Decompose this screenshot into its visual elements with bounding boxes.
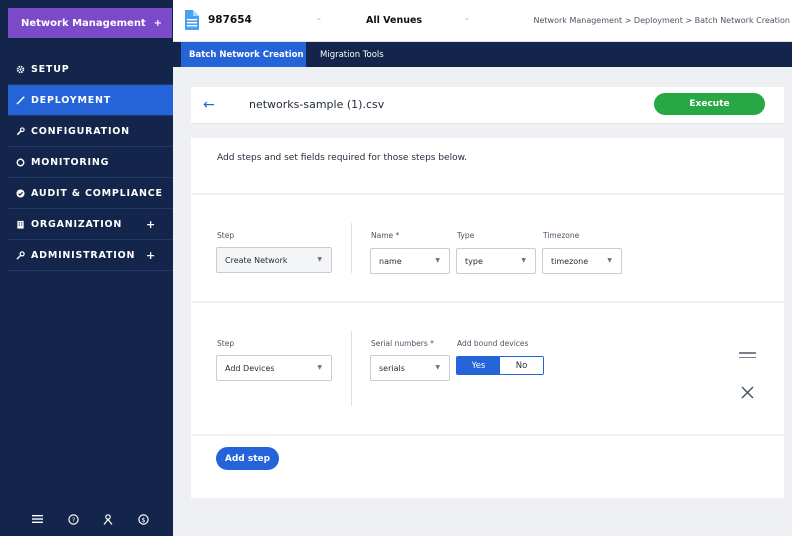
chevron-down-icon: ▼ xyxy=(317,256,322,263)
serials-column-select[interactable]: serials ▼ xyxy=(370,355,450,381)
wand-icon xyxy=(16,95,25,105)
bound-devices-toggle: Yes No xyxy=(456,356,544,375)
add-step-panel: Add step xyxy=(191,436,784,498)
nav-label: MONITORING xyxy=(31,156,110,168)
step-row: Step Create Network ▼ Name * name ▼ Type… xyxy=(191,195,784,301)
select-value: timezone xyxy=(551,256,589,266)
nav-label: ADMINISTRATION xyxy=(31,249,136,261)
select-value: serials xyxy=(379,363,405,373)
chevron-down-icon: ▼ xyxy=(521,257,526,264)
divider xyxy=(351,331,352,406)
nav-item-setup[interactable]: SETUP xyxy=(8,54,173,85)
nav-item-monitoring[interactable]: MONITORING xyxy=(8,147,173,178)
select-value: name xyxy=(379,256,402,266)
nav-label: AUDIT & COMPLIANCE xyxy=(31,187,163,199)
nav-label: ORGANIZATION xyxy=(31,218,123,230)
divider xyxy=(351,223,352,273)
key-icon xyxy=(16,250,25,260)
file-header: ← networks-sample (1).csv Execute xyxy=(191,87,784,124)
page-title: networks-sample (1).csv xyxy=(249,98,385,111)
select-value: Add Devices xyxy=(225,363,275,373)
chevron-down-icon[interactable]: ⌄ xyxy=(463,13,471,23)
help-icon[interactable]: ? xyxy=(68,513,79,525)
step-label: Step xyxy=(217,231,235,240)
instructions-text: Add steps and set fields required for th… xyxy=(217,153,467,163)
expand-plus-icon: + xyxy=(145,217,156,231)
chevron-down-icon: ▼ xyxy=(607,257,612,264)
type-column-select[interactable]: type ▼ xyxy=(456,248,536,274)
gear-icon xyxy=(16,65,25,74)
nav-label: DEPLOYMENT xyxy=(31,94,112,106)
nav-label: CONFIGURATION xyxy=(31,125,130,137)
field-label: Add bound devices xyxy=(457,339,529,348)
instructions-panel: Add steps and set fields required for th… xyxy=(191,138,784,193)
nav-item-configuration[interactable]: CONFIGURATION xyxy=(8,116,173,147)
step-label: Step xyxy=(217,339,235,348)
expand-plus-icon: + xyxy=(145,248,156,262)
nav-label: SETUP xyxy=(31,63,70,75)
toggle-no-option[interactable]: No xyxy=(500,357,543,374)
check-circle-icon xyxy=(16,188,25,198)
chevron-down-icon: ▼ xyxy=(435,257,440,264)
main-nav: SETUP DEPLOYMENT CONFIGURATION MONITORIN… xyxy=(8,54,173,271)
field-label: Type xyxy=(457,231,475,240)
timezone-column-select[interactable]: timezone ▼ xyxy=(542,248,622,274)
field-label: Name * xyxy=(371,231,400,240)
nav-item-organization[interactable]: ORGANIZATION + xyxy=(8,209,173,240)
select-value: Create Network xyxy=(225,255,288,265)
nav-item-audit-compliance[interactable]: AUDIT & COMPLIANCE xyxy=(8,178,173,209)
step-row: Step Add Devices ▼ Serial numbers * seri… xyxy=(191,303,784,434)
dollar-icon[interactable]: $ xyxy=(138,513,149,525)
field-label: Timezone xyxy=(543,231,580,240)
venue-selector[interactable]: All Venues xyxy=(366,15,422,26)
document-logo-icon xyxy=(185,10,199,34)
svg-text:$: $ xyxy=(141,516,145,524)
drag-handle-icon[interactable] xyxy=(739,352,756,361)
tab-batch-network-creation[interactable]: Batch Network Creation xyxy=(181,42,306,67)
name-column-select[interactable]: name ▼ xyxy=(370,248,450,274)
step-type-select[interactable]: Create Network ▼ xyxy=(216,247,332,273)
chevron-down-icon: ▼ xyxy=(435,364,440,371)
product-name: Network Management xyxy=(21,17,146,29)
expand-plus-icon: + xyxy=(153,17,162,29)
account-selector[interactable]: 987654 xyxy=(208,14,252,26)
close-icon[interactable] xyxy=(741,384,754,403)
chevron-down-icon[interactable]: ⌄ xyxy=(315,13,323,23)
wrench-icon xyxy=(16,126,25,136)
building-icon xyxy=(16,220,25,229)
back-arrow-icon[interactable]: ← xyxy=(203,97,215,113)
tab-migration-tools[interactable]: Migration Tools xyxy=(312,42,392,67)
execute-button[interactable]: Execute xyxy=(654,93,765,115)
step-type-select[interactable]: Add Devices ▼ xyxy=(216,355,332,381)
field-label: Serial numbers * xyxy=(371,339,434,348)
product-switcher[interactable]: Network Management + xyxy=(8,8,172,38)
nav-item-administration[interactable]: ADMINISTRATION + xyxy=(8,240,173,271)
breadcrumb: Network Management > Deployment > Batch … xyxy=(533,16,791,25)
select-value: type xyxy=(465,256,483,266)
menu-icon[interactable] xyxy=(32,514,44,524)
chevron-down-icon: ▼ xyxy=(317,364,322,371)
nav-item-deployment[interactable]: DEPLOYMENT xyxy=(8,85,173,116)
sidebar-footer: ? $ xyxy=(8,502,173,536)
sidebar: Network Management + SETUP DEPLOYMENT CO… xyxy=(0,0,173,536)
ring-icon xyxy=(16,158,25,167)
top-bar: 987654 ⌄ All Venues ⌄ Network Management… xyxy=(173,0,792,42)
toggle-yes-option[interactable]: Yes xyxy=(457,357,500,374)
add-step-button[interactable]: Add step xyxy=(216,447,279,470)
svg-text:?: ? xyxy=(72,516,75,524)
user-icon[interactable] xyxy=(103,513,113,525)
tab-bar: Batch Network Creation Migration Tools xyxy=(173,42,792,67)
